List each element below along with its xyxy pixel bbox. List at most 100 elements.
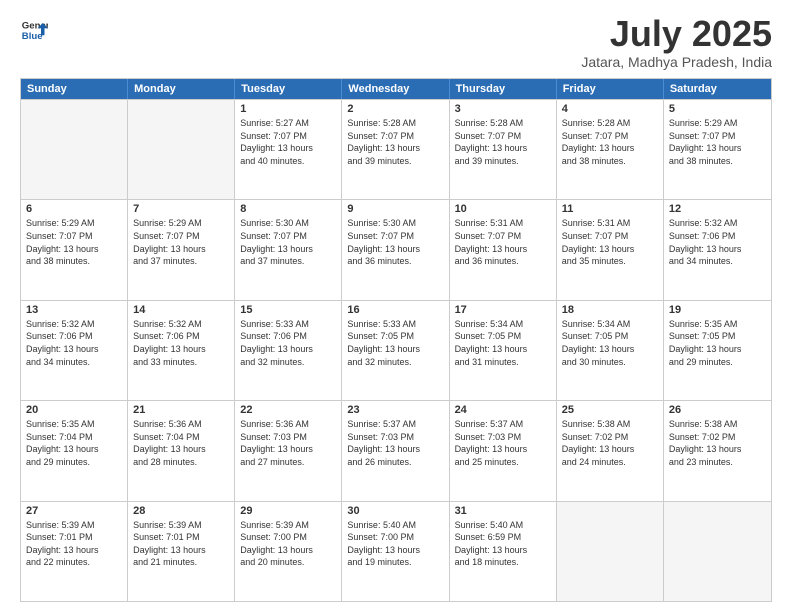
sun-info: Sunrise: 5:40 AM Sunset: 7:00 PM Dayligh… [347, 519, 443, 569]
sun-info: Sunrise: 5:40 AM Sunset: 6:59 PM Dayligh… [455, 519, 551, 569]
day-number: 9 [347, 203, 443, 215]
sun-info: Sunrise: 5:36 AM Sunset: 7:03 PM Dayligh… [240, 418, 336, 468]
header: General Blue July 2025 Jatara, Madhya Pr… [20, 16, 772, 70]
sun-info: Sunrise: 5:34 AM Sunset: 7:05 PM Dayligh… [455, 318, 551, 368]
day-cell-16: 16 Sunrise: 5:33 AM Sunset: 7:05 PM Dayli… [342, 301, 449, 400]
logo: General Blue [20, 16, 48, 44]
day-cell-19: 19 Sunrise: 5:35 AM Sunset: 7:05 PM Dayli… [664, 301, 771, 400]
day-cell-1: 1 Sunrise: 5:27 AM Sunset: 7:07 PM Daylig… [235, 100, 342, 199]
sun-info: Sunrise: 5:28 AM Sunset: 7:07 PM Dayligh… [347, 117, 443, 167]
day-number: 23 [347, 404, 443, 416]
sun-info: Sunrise: 5:29 AM Sunset: 7:07 PM Dayligh… [133, 217, 229, 267]
day-cell-29: 29Sunrise: 5:39 AM Sunset: 7:00 PM Dayli… [235, 502, 342, 601]
weekday-header-tuesday: Tuesday [235, 79, 342, 99]
sun-info: Sunrise: 5:38 AM Sunset: 7:02 PM Dayligh… [669, 418, 766, 468]
day-number: 30 [347, 505, 443, 517]
day-cell-25: 25Sunrise: 5:38 AM Sunset: 7:02 PM Dayli… [557, 401, 664, 500]
day-cell-21: 21 Sunrise: 5:36 AM Sunset: 7:04 PM Dayli… [128, 401, 235, 500]
day-cell-3: 3 Sunrise: 5:28 AM Sunset: 7:07 PM Daylig… [450, 100, 557, 199]
sun-info: Sunrise: 5:30 AM Sunset: 7:07 PM Dayligh… [240, 217, 336, 267]
day-cell-13: 13 Sunrise: 5:32 AM Sunset: 7:06 PM Dayli… [21, 301, 128, 400]
day-cell-5: 5 Sunrise: 5:29 AM Sunset: 7:07 PM Daylig… [664, 100, 771, 199]
sun-info: Sunrise: 5:39 AM Sunset: 7:01 PM Dayligh… [26, 519, 122, 569]
sun-info: Sunrise: 5:35 AM Sunset: 7:05 PM Dayligh… [669, 318, 766, 368]
page: General Blue July 2025 Jatara, Madhya Pr… [0, 0, 792, 612]
day-cell-22: 22 Sunrise: 5:36 AM Sunset: 7:03 PM Dayli… [235, 401, 342, 500]
day-cell-18: 18Sunrise: 5:34 AM Sunset: 7:05 PM Dayli… [557, 301, 664, 400]
sun-info: Sunrise: 5:33 AM Sunset: 7:06 PM Dayligh… [240, 318, 336, 368]
sun-info: Sunrise: 5:36 AM Sunset: 7:04 PM Dayligh… [133, 418, 229, 468]
day-number: 8 [240, 203, 336, 215]
calendar-row-1: 6Sunrise: 5:29 AM Sunset: 7:07 PM Daylig… [21, 199, 771, 299]
calendar-body: 1 Sunrise: 5:27 AM Sunset: 7:07 PM Daylig… [21, 99, 771, 601]
day-number: 31 [455, 505, 551, 517]
day-cell-6: 6Sunrise: 5:29 AM Sunset: 7:07 PM Daylig… [21, 200, 128, 299]
day-number: 19 [669, 304, 766, 316]
day-number: 21 [133, 404, 229, 416]
sun-info: Sunrise: 5:33 AM Sunset: 7:05 PM Dayligh… [347, 318, 443, 368]
sun-info: Sunrise: 5:30 AM Sunset: 7:07 PM Dayligh… [347, 217, 443, 267]
day-number: 16 [347, 304, 443, 316]
day-cell-27: 27 Sunrise: 5:39 AM Sunset: 7:01 PM Dayli… [21, 502, 128, 601]
day-number: 13 [26, 304, 122, 316]
sun-info: Sunrise: 5:37 AM Sunset: 7:03 PM Dayligh… [455, 418, 551, 468]
day-number: 4 [562, 103, 658, 115]
day-number: 20 [26, 404, 122, 416]
sun-info: Sunrise: 5:34 AM Sunset: 7:05 PM Dayligh… [562, 318, 658, 368]
calendar: SundayMondayTuesdayWednesdayThursdayFrid… [20, 78, 772, 602]
sun-info: Sunrise: 5:37 AM Sunset: 7:03 PM Dayligh… [347, 418, 443, 468]
svg-text:Blue: Blue [22, 31, 43, 42]
day-cell-7: 7 Sunrise: 5:29 AM Sunset: 7:07 PM Daylig… [128, 200, 235, 299]
day-number: 27 [26, 505, 122, 517]
sun-info: Sunrise: 5:28 AM Sunset: 7:07 PM Dayligh… [455, 117, 551, 167]
empty-cell-0-1 [128, 100, 235, 199]
day-number: 22 [240, 404, 336, 416]
day-cell-17: 17Sunrise: 5:34 AM Sunset: 7:05 PM Dayli… [450, 301, 557, 400]
day-cell-4: 4 Sunrise: 5:28 AM Sunset: 7:07 PM Daylig… [557, 100, 664, 199]
weekday-header-sunday: Sunday [21, 79, 128, 99]
sun-info: Sunrise: 5:32 AM Sunset: 7:06 PM Dayligh… [669, 217, 766, 267]
calendar-row-2: 13 Sunrise: 5:32 AM Sunset: 7:06 PM Dayli… [21, 300, 771, 400]
day-cell-9: 9 Sunrise: 5:30 AM Sunset: 7:07 PM Daylig… [342, 200, 449, 299]
day-cell-11: 11 Sunrise: 5:31 AM Sunset: 7:07 PM Dayli… [557, 200, 664, 299]
day-cell-12: 12 Sunrise: 5:32 AM Sunset: 7:06 PM Dayli… [664, 200, 771, 299]
sun-info: Sunrise: 5:28 AM Sunset: 7:07 PM Dayligh… [562, 117, 658, 167]
day-cell-2: 2 Sunrise: 5:28 AM Sunset: 7:07 PM Daylig… [342, 100, 449, 199]
sun-info: Sunrise: 5:35 AM Sunset: 7:04 PM Dayligh… [26, 418, 122, 468]
day-number: 3 [455, 103, 551, 115]
day-number: 11 [562, 203, 658, 215]
day-cell-28: 28Sunrise: 5:39 AM Sunset: 7:01 PM Dayli… [128, 502, 235, 601]
sun-info: Sunrise: 5:32 AM Sunset: 7:06 PM Dayligh… [26, 318, 122, 368]
day-number: 26 [669, 404, 766, 416]
location: Jatara, Madhya Pradesh, India [581, 54, 772, 70]
weekday-header-wednesday: Wednesday [342, 79, 449, 99]
weekday-header-saturday: Saturday [664, 79, 771, 99]
sun-info: Sunrise: 5:32 AM Sunset: 7:06 PM Dayligh… [133, 318, 229, 368]
day-number: 12 [669, 203, 766, 215]
day-cell-24: 24Sunrise: 5:37 AM Sunset: 7:03 PM Dayli… [450, 401, 557, 500]
day-number: 25 [562, 404, 658, 416]
sun-info: Sunrise: 5:31 AM Sunset: 7:07 PM Dayligh… [562, 217, 658, 267]
sun-info: Sunrise: 5:29 AM Sunset: 7:07 PM Dayligh… [669, 117, 766, 167]
sun-info: Sunrise: 5:39 AM Sunset: 7:01 PM Dayligh… [133, 519, 229, 569]
sun-info: Sunrise: 5:27 AM Sunset: 7:07 PM Dayligh… [240, 117, 336, 167]
weekday-header-thursday: Thursday [450, 79, 557, 99]
weekday-header-monday: Monday [128, 79, 235, 99]
sun-info: Sunrise: 5:39 AM Sunset: 7:00 PM Dayligh… [240, 519, 336, 569]
empty-cell-4-6 [664, 502, 771, 601]
day-number: 10 [455, 203, 551, 215]
day-number: 5 [669, 103, 766, 115]
day-number: 2 [347, 103, 443, 115]
day-number: 14 [133, 304, 229, 316]
weekday-header-friday: Friday [557, 79, 664, 99]
day-cell-26: 26 Sunrise: 5:38 AM Sunset: 7:02 PM Dayli… [664, 401, 771, 500]
day-cell-30: 30 Sunrise: 5:40 AM Sunset: 7:00 PM Dayli… [342, 502, 449, 601]
day-cell-15: 15Sunrise: 5:33 AM Sunset: 7:06 PM Dayli… [235, 301, 342, 400]
sun-info: Sunrise: 5:31 AM Sunset: 7:07 PM Dayligh… [455, 217, 551, 267]
empty-cell-4-5 [557, 502, 664, 601]
month-title: July 2025 [581, 16, 772, 52]
day-number: 1 [240, 103, 336, 115]
day-number: 7 [133, 203, 229, 215]
calendar-row-3: 20 Sunrise: 5:35 AM Sunset: 7:04 PM Dayli… [21, 400, 771, 500]
day-cell-10: 10 Sunrise: 5:31 AM Sunset: 7:07 PM Dayli… [450, 200, 557, 299]
